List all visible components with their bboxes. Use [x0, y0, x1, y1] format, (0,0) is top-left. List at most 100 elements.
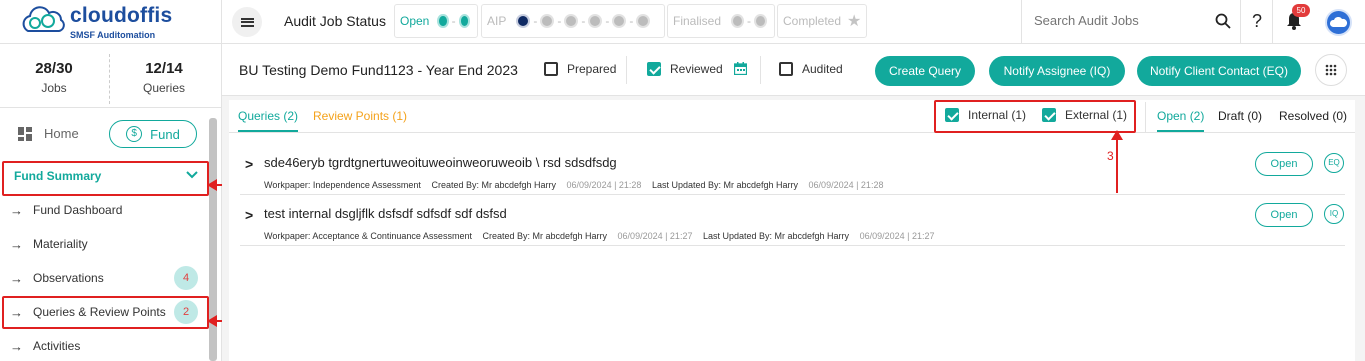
- sidebar-item-label: Materiality: [33, 237, 88, 251]
- tab-status-draft[interactable]: Draft (0): [1218, 109, 1262, 123]
- sidebar-item-label: Observations: [33, 271, 104, 285]
- query-title: test internal dsgljflk dsfsdf sdfsdf sdf…: [264, 206, 507, 221]
- sidebar-item-queries-review-points[interactable]: → Queries & Review Points: [10, 302, 166, 322]
- query-title: sde46eryb tgrdtgnertuweoituweoinweoruweo…: [264, 155, 617, 170]
- stage-finalised[interactable]: Finalised -: [667, 4, 775, 38]
- queries-label: Queries: [142, 81, 186, 95]
- checkbox-checked-icon: [1042, 108, 1056, 122]
- annotation-arrowhead-icon: [207, 315, 217, 327]
- created-timestamp: 06/09/2024 | 21:28: [566, 180, 642, 190]
- main-content: Queries (2) Review Points (1) Internal (…: [222, 96, 1365, 361]
- fund-summary-section-title[interactable]: Fund Summary: [14, 169, 101, 183]
- dash: -: [747, 14, 752, 28]
- star-icon: ★: [847, 13, 862, 30]
- sidebar-item-label: Queries & Review Points: [33, 305, 166, 319]
- queries-stat[interactable]: 12/14 Queries: [110, 60, 218, 95]
- divider: [0, 107, 222, 108]
- fund-button[interactable]: $ Fund: [109, 120, 197, 148]
- queries-count-badge: 2: [174, 300, 198, 324]
- annotation-arrow: [1116, 135, 1118, 193]
- sidebar: 28/30 Jobs 12/14 Queries Home $ Fund Fun…: [0, 44, 222, 361]
- query-meta: Workpaper: Independence Assessment Creat…: [264, 180, 891, 190]
- apps-grid-icon: [1325, 64, 1337, 76]
- search-input[interactable]: [1034, 13, 1194, 28]
- sidebar-item-materiality[interactable]: → Materiality: [10, 234, 88, 254]
- chevron-down-icon[interactable]: [186, 170, 198, 180]
- tab-status-resolved[interactable]: Resolved (0): [1279, 109, 1347, 123]
- prepared-label: Prepared: [567, 62, 617, 76]
- sidebar-item-activities[interactable]: → Activities: [10, 336, 80, 356]
- help-icon[interactable]: ?: [1252, 11, 1262, 32]
- hamburger-menu-button[interactable]: [232, 7, 262, 37]
- stage-aip[interactable]: AIP - - - - -: [481, 4, 665, 38]
- audited-checkbox[interactable]: Audited: [779, 62, 843, 76]
- checkbox-checked-icon: [647, 62, 661, 76]
- stage-dot: [437, 14, 449, 28]
- external-filter-label: External (1): [1065, 108, 1128, 122]
- sidebar-item-label: Fund Dashboard: [33, 203, 123, 217]
- query-status-button[interactable]: Open: [1255, 152, 1313, 176]
- workpaper-label: Workpaper: Acceptance & Continuance Asse…: [264, 231, 472, 241]
- home-label: Home: [44, 126, 79, 141]
- arrow-right-icon: →: [10, 270, 23, 286]
- arrow-right-icon: →: [10, 304, 23, 320]
- avatar[interactable]: [1325, 9, 1352, 36]
- sidebar-item-observations[interactable]: → Observations: [10, 268, 104, 288]
- home-nav[interactable]: Home: [18, 126, 79, 141]
- tab-queries[interactable]: Queries (2): [238, 109, 299, 132]
- tab-status-open[interactable]: Open (2): [1157, 109, 1205, 132]
- calendar-icon[interactable]: [734, 62, 747, 75]
- chevron-right-icon[interactable]: >: [245, 207, 253, 223]
- queries-card: Queries (2) Review Points (1) Internal (…: [229, 100, 1355, 361]
- notify-assignee-button[interactable]: Notify Assignee (IQ): [989, 56, 1125, 86]
- jobs-stat[interactable]: 28/30 Jobs: [0, 60, 108, 95]
- query-status-button[interactable]: Open: [1255, 203, 1313, 227]
- query-type-badge: IQ: [1324, 204, 1344, 224]
- prepared-checkbox[interactable]: Prepared: [544, 62, 616, 76]
- stage-label: AIP: [487, 14, 507, 28]
- sidebar-item-fund-dashboard[interactable]: → Fund Dashboard: [10, 200, 122, 220]
- notify-client-contact-button[interactable]: Notify Client Contact (EQ): [1137, 56, 1301, 86]
- divider: [221, 0, 222, 44]
- external-filter-checkbox[interactable]: External (1): [1042, 108, 1127, 122]
- tab-bar: Queries (2) Review Points (1) Internal (…: [229, 100, 1355, 133]
- stage-label: Finalised: [673, 14, 722, 28]
- cloud-avatar-icon: [1329, 16, 1348, 27]
- stage-dot: [516, 14, 531, 28]
- search-icon[interactable]: [1215, 13, 1231, 29]
- dash: -: [629, 14, 634, 28]
- query-row[interactable]: > test internal dsgljflk dsfsdf sdfsdf s…: [240, 196, 1345, 246]
- checkbox-icon: [779, 62, 793, 76]
- query-meta: Workpaper: Acceptance & Continuance Asse…: [264, 231, 942, 241]
- annotation-number: 3: [1107, 149, 1114, 163]
- brand-name: cloudoffis: [70, 4, 173, 27]
- reviewed-checkbox[interactable]: Reviewed: [647, 62, 723, 76]
- apps-grid-button[interactable]: [1315, 54, 1347, 86]
- updated-timestamp: 06/09/2024 | 21:28: [808, 180, 884, 190]
- dash: -: [533, 14, 538, 28]
- query-row[interactable]: > sde46eryb tgrdtgnertuweoituweoinweoruw…: [240, 145, 1345, 195]
- audit-job-status-title: Audit Job Status: [284, 13, 386, 29]
- query-type-badge: EQ: [1324, 153, 1344, 173]
- top-bar: cloudoffis SMSF Auditomation Audit Job S…: [0, 0, 1365, 44]
- updated-timestamp: 06/09/2024 | 21:27: [859, 231, 935, 241]
- chevron-right-icon[interactable]: >: [245, 156, 253, 172]
- create-query-button[interactable]: Create Query: [875, 56, 975, 86]
- internal-filter-checkbox[interactable]: Internal (1): [945, 108, 1026, 122]
- annotation-arrowhead-icon: [207, 179, 217, 191]
- tab-review-points[interactable]: Review Points (1): [313, 109, 407, 123]
- stage-dot: [458, 14, 470, 28]
- stage-dot: [588, 14, 603, 28]
- reviewed-label: Reviewed: [670, 62, 723, 76]
- brand-logo[interactable]: cloudoffis SMSF Auditomation: [18, 3, 218, 41]
- stage-completed[interactable]: Completed ★: [777, 4, 867, 38]
- checkbox-checked-icon: [945, 108, 959, 122]
- stage-open[interactable]: Open -: [394, 4, 478, 38]
- audited-label: Audited: [802, 62, 843, 76]
- dash: -: [557, 14, 562, 28]
- search-bar: [1021, 0, 1241, 44]
- arrow-right-icon: →: [10, 236, 23, 252]
- fund-label: Fund: [150, 126, 180, 142]
- stage-dot: [754, 14, 767, 28]
- stage-label: Completed: [783, 14, 842, 28]
